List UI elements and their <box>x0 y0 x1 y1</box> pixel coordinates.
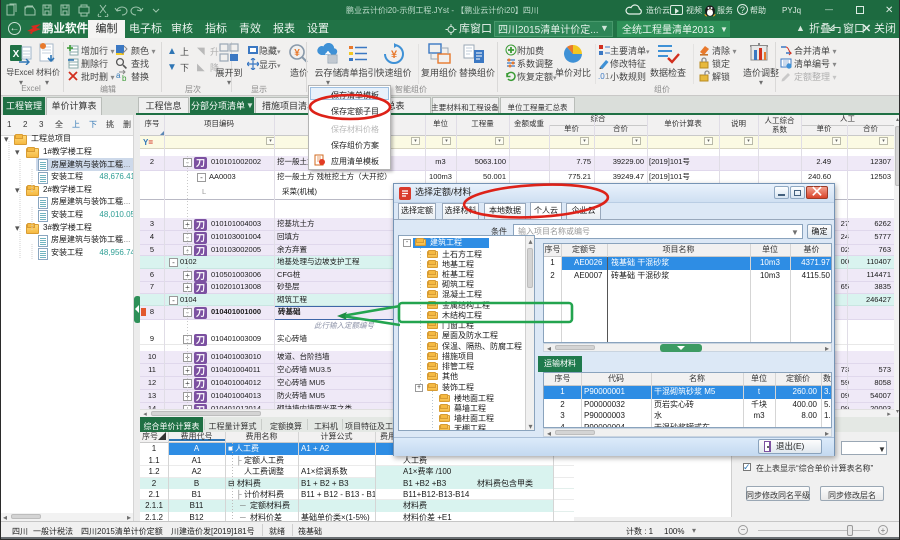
svg-text:X: X <box>13 49 20 60</box>
svg-text:¥: ¥ <box>294 48 300 59</box>
svg-text:b: b <box>122 74 127 82</box>
svg-text:¥: ¥ <box>391 49 398 61</box>
